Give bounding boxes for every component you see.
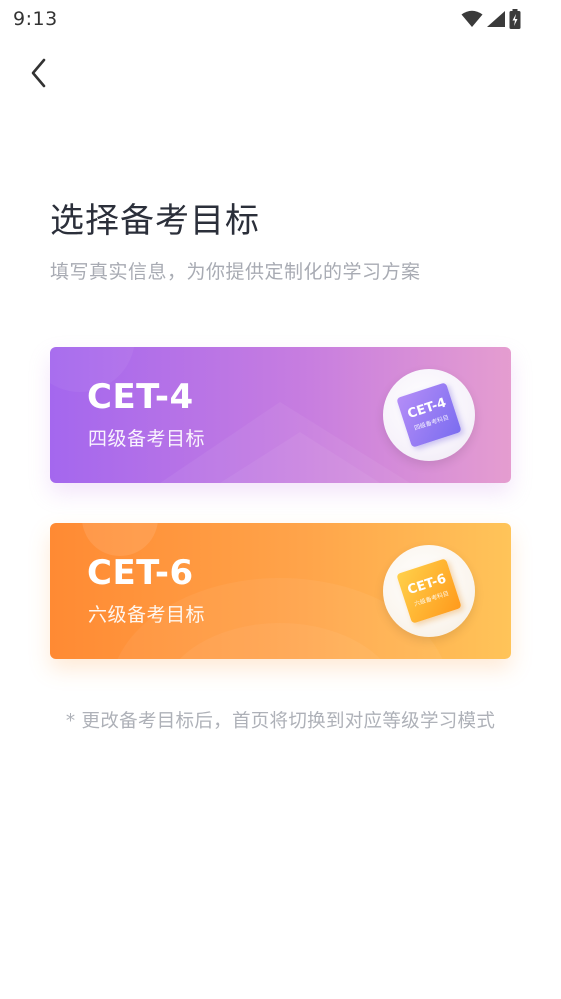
- status-icons: [461, 8, 521, 30]
- cet6-subtitle: 六级备考目标: [88, 604, 206, 626]
- footnote: * 更改备考目标后，首页将切换到对应等级学习模式: [65, 711, 496, 732]
- page-title: 选择备考目标: [50, 201, 260, 241]
- book-icon: CET-4 四级备考科目: [396, 382, 462, 448]
- signal-icon: [487, 11, 505, 27]
- wifi-icon: [461, 10, 483, 27]
- cet6-title: CET-6: [87, 553, 194, 593]
- cet4-book-badge: CET-4 四级备考科目: [383, 369, 475, 461]
- book-icon: CET-6 六级备考科目: [396, 558, 462, 624]
- cet4-subtitle: 四级备考目标: [88, 428, 206, 450]
- cet6-book-badge: CET-6 六级备考科目: [383, 545, 475, 637]
- chevron-left-icon: [31, 58, 46, 88]
- battery-charging-icon: [509, 9, 521, 29]
- cet4-target-card[interactable]: CET-4 四级备考目标 CET-4 四级备考科目: [50, 347, 511, 483]
- back-button[interactable]: [22, 53, 56, 93]
- cet6-target-card[interactable]: CET-6 六级备考目标 CET-6 六级备考科目: [50, 523, 511, 659]
- status-time: 9:13: [13, 8, 58, 30]
- page-subtitle: 填写真实信息，为你提供定制化的学习方案: [50, 261, 421, 283]
- cet4-title: CET-4: [87, 377, 194, 417]
- status-bar: 9:13: [0, 0, 561, 38]
